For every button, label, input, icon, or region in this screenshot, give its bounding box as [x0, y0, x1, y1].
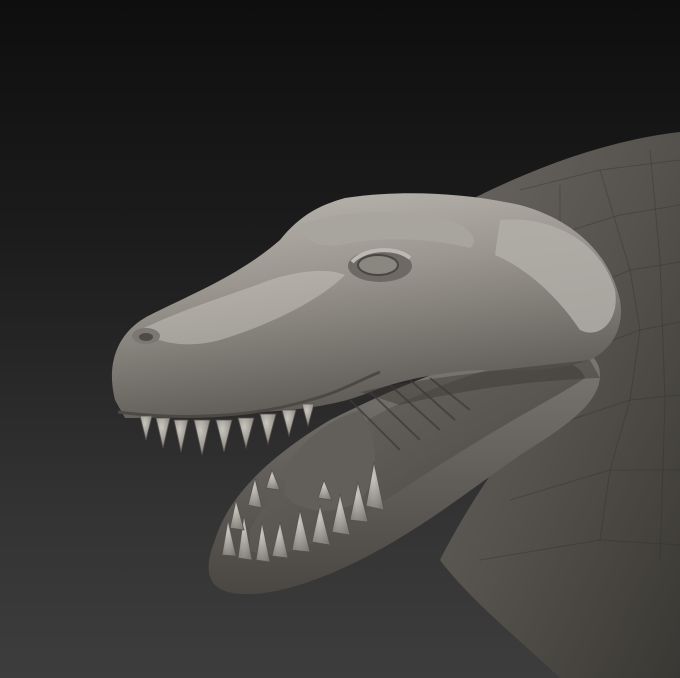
dinosaur-head-render: [111, 132, 680, 678]
eye-icon: [357, 254, 399, 276]
nostril-hole-icon: [139, 333, 153, 341]
sculpt-viewport[interactable]: [0, 0, 680, 678]
